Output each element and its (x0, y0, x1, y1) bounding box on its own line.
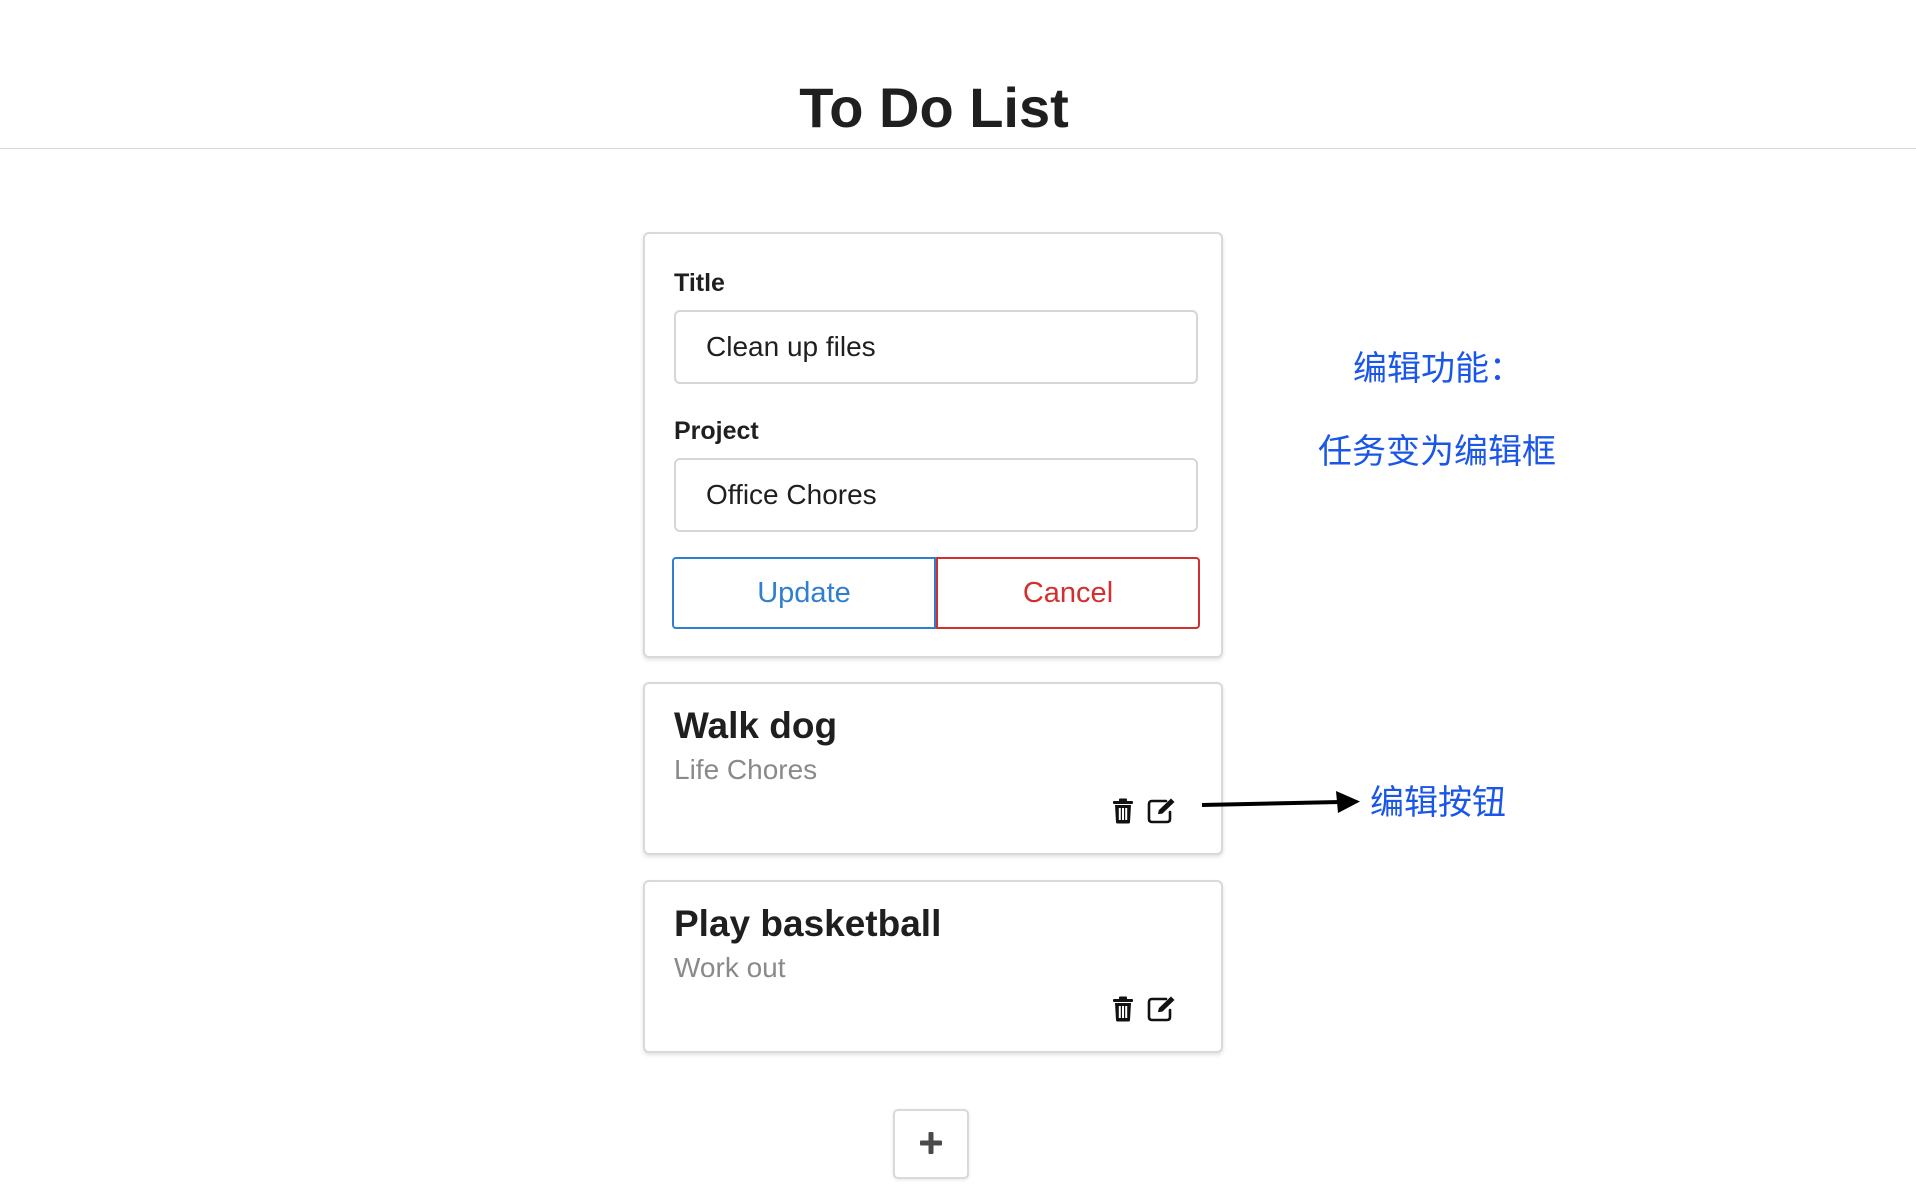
edit-task-card: Title Project Update Cancel (643, 232, 1223, 658)
add-task-button[interactable] (893, 1109, 969, 1179)
task-title: Walk dog (674, 705, 838, 746)
title-input[interactable] (674, 310, 1198, 384)
title-label: Title (674, 269, 725, 297)
trash-icon[interactable] (1106, 794, 1140, 828)
project-input[interactable] (674, 458, 1198, 532)
task-card: Walk dog Life Chores (643, 682, 1223, 855)
task-title: Play basketball (674, 903, 942, 944)
task-card: Play basketball Work out (643, 880, 1223, 1053)
edit-feature-desc-annotation: 任务变为编辑框 (1318, 432, 1556, 472)
edit-feature-annotation: 编辑功能： (1353, 349, 1523, 389)
cancel-button[interactable]: Cancel (936, 557, 1200, 629)
header-divider (0, 148, 1916, 149)
annotation-arrow (1201, 791, 1360, 813)
task-project: Work out (674, 952, 786, 983)
trash-icon[interactable] (1106, 992, 1140, 1026)
project-label: Project (674, 417, 759, 445)
plus-icon (919, 1131, 943, 1158)
edit-icon[interactable] (1145, 794, 1179, 828)
page-title: To Do List (799, 76, 1069, 139)
update-button[interactable]: Update (672, 557, 936, 629)
task-project: Life Chores (674, 754, 818, 785)
edit-button-annotation: 编辑按钮 (1370, 783, 1506, 823)
edit-icon[interactable] (1145, 992, 1179, 1026)
